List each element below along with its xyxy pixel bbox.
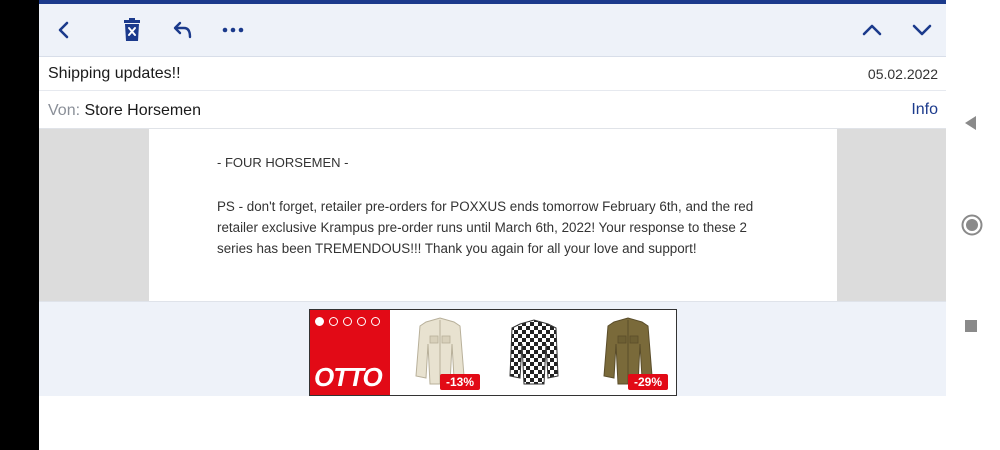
back-triangle-icon: [965, 116, 976, 130]
info-link[interactable]: Info: [911, 101, 938, 119]
carousel-dot: [371, 317, 380, 326]
otto-logo: OTTO: [314, 362, 383, 392]
back-button[interactable]: [44, 10, 84, 50]
mail-body: - FOUR HORSEMEN - PS - don't forget, ret…: [39, 129, 946, 301]
mail-app: Shipping updates!! 05.02.2022 Von: Store…: [39, 0, 946, 450]
system-recents-button[interactable]: [964, 319, 978, 338]
more-icon: [222, 27, 244, 33]
product-cream-jacket[interactable]: -13%: [396, 314, 484, 392]
ad-area: OTTO -13% -29%: [39, 301, 946, 396]
next-mail-button[interactable]: [902, 10, 942, 50]
product-checked-shirt[interactable]: [490, 314, 578, 392]
left-black-bar: [0, 0, 39, 450]
recents-square-icon: [965, 320, 977, 332]
carousel-dot: [357, 317, 366, 326]
email-date: 05.02.2022: [867, 66, 938, 82]
back-icon: [58, 21, 69, 39]
discount-badge: -29%: [627, 374, 668, 390]
signature-text: - FOUR HORSEMEN -: [217, 155, 349, 170]
delete-icon: [124, 18, 140, 41]
system-home-button[interactable]: [961, 214, 983, 241]
mail-content: - FOUR HORSEMEN - PS - don't forget, ret…: [149, 129, 837, 301]
next-icon: [912, 24, 932, 36]
divider: [39, 90, 946, 91]
body-paragraph: PS - don't forget, retailer pre-orders f…: [217, 199, 754, 256]
discount-badge: -13%: [439, 374, 480, 390]
mail-toolbar: [39, 4, 946, 57]
previous-mail-button[interactable]: [852, 10, 892, 50]
more-button[interactable]: [213, 10, 253, 50]
carousel-dot: [329, 317, 338, 326]
otto-brand-panel: OTTO: [310, 310, 390, 395]
home-circle-icon: [961, 214, 983, 236]
sender-line: Von: Store Horsemen: [48, 102, 201, 120]
carousel-dot: [343, 317, 352, 326]
carousel-dot: [315, 317, 324, 326]
sender-name[interactable]: Store Horsemen: [84, 102, 201, 119]
system-back-button[interactable]: [962, 114, 978, 137]
previous-icon: [862, 24, 882, 36]
delete-button[interactable]: [112, 10, 152, 50]
otto-ad-banner[interactable]: OTTO -13% -29%: [309, 309, 677, 396]
product-olive-jacket[interactable]: -29%: [584, 314, 672, 392]
reply-button[interactable]: [163, 10, 203, 50]
email-subject: Shipping updates!!: [48, 65, 181, 82]
checked-shirt-image: [509, 319, 559, 385]
reply-icon: [173, 21, 192, 39]
from-label: Von:: [48, 102, 81, 119]
system-navigation-bar: [946, 0, 1000, 450]
